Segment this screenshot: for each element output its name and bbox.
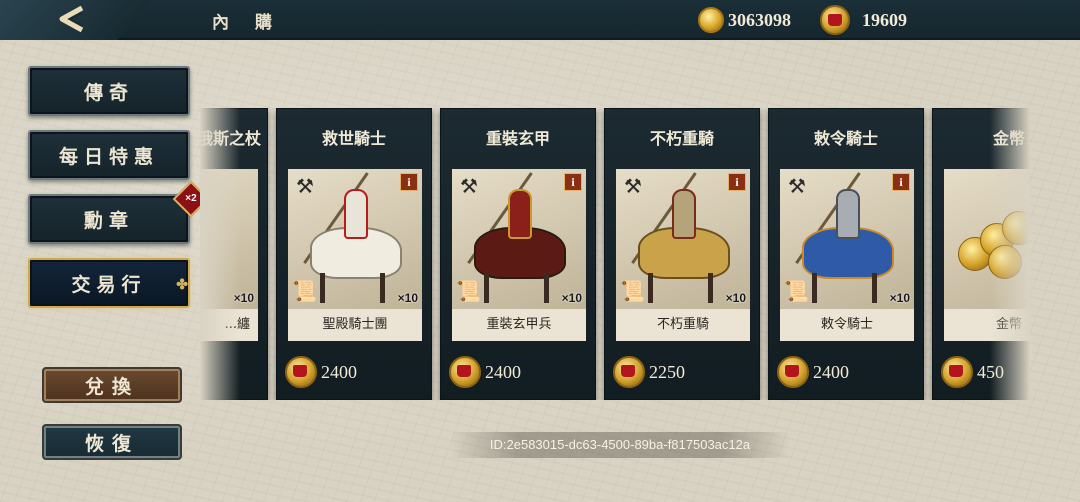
card-subtitle: 不朽重騎 (616, 309, 750, 341)
card-title: 不朽重騎 (649, 129, 714, 148)
rider-graphic (672, 189, 696, 239)
card-subtitle: 敕令騎士 (780, 309, 914, 341)
info-icon[interactable]: i (400, 173, 418, 191)
double-badge-label: ×2 (185, 193, 197, 204)
back-button[interactable] (0, 0, 150, 40)
shop-card[interactable]: 重裝玄甲 ⚒ i 📜 ×10 重裝玄甲兵 2400 (440, 108, 596, 400)
horse-leg (380, 273, 385, 303)
shop-card[interactable]: 救世騎士 ⚒ i 📜 ×10 聖殿騎士團 2400 (276, 108, 432, 400)
selected-ornament-icon: ✤ (176, 277, 194, 293)
axe-icon: ⚒ (624, 174, 642, 198)
device-id-label: ID:2e583015-dc63-4500-89ba-f817503ac12a (450, 432, 790, 458)
card-art: ⚒ i 📜 ×10 (288, 169, 422, 309)
info-icon[interactable]: i (892, 173, 910, 191)
rider-graphic (508, 189, 532, 239)
scroll-icon: 📜 (292, 279, 317, 303)
horse-leg (708, 273, 713, 303)
tab-trading-house-label: 交易行 (71, 273, 147, 296)
horse-leg (812, 273, 817, 303)
card-art: ⚒ i 📜 ×10 (452, 169, 586, 309)
card-art: ⚒ i 📜 ×10 (616, 169, 750, 309)
axe-icon: ⚒ (788, 174, 806, 198)
card-subtitle: 聖殿騎士團 (288, 309, 422, 341)
carousel-fade-left (200, 108, 240, 400)
card-quantity: ×10 (397, 291, 418, 305)
crown-coin-icon (941, 356, 973, 388)
card-price[interactable]: 2400 (777, 355, 849, 389)
card-title: 救世騎士 (321, 129, 386, 148)
carousel-fade-right (990, 108, 1030, 400)
scroll-icon: 📜 (784, 279, 809, 303)
crown-coin-icon (777, 356, 809, 388)
horse-leg (484, 273, 489, 303)
tab-legend-label: 傳奇 (83, 81, 134, 104)
card-quantity: ×10 (889, 291, 910, 305)
card-price[interactable]: 2400 (285, 355, 357, 389)
rider-graphic (344, 189, 368, 239)
card-price-value: 2400 (321, 361, 357, 382)
shop-carousel[interactable]: 俄斯之杖 ×10 ...纏 救世騎士 ⚒ i 📜 ×10 聖殿騎士團 2400 … (200, 108, 1030, 400)
horse-leg (544, 273, 549, 303)
card-title: 重裝玄甲 (485, 129, 550, 148)
shop-card[interactable]: 敕令騎士 ⚒ i 📜 ×10 敕令騎士 2400 (768, 108, 924, 400)
card-subtitle: 重裝玄甲兵 (452, 309, 586, 341)
tab-daily-deals-label: 每日特惠 (58, 145, 159, 168)
card-quantity: ×10 (725, 291, 746, 305)
exchange-label: 兌換 (84, 375, 139, 398)
card-price[interactable]: 2400 (449, 355, 521, 389)
axe-icon: ⚒ (460, 174, 478, 198)
exchange-button[interactable]: 兌換 (42, 367, 182, 403)
scroll-icon: 📜 (456, 279, 481, 303)
card-art: ⚒ i 📜 ×10 (780, 169, 914, 309)
crown-amount: 19609 (862, 9, 907, 30)
horse-leg (872, 273, 877, 303)
page-title: 內 購 (212, 13, 282, 33)
horse-leg (648, 273, 653, 303)
tab-medals[interactable]: 勳章 (28, 194, 190, 244)
info-icon[interactable]: i (728, 173, 746, 191)
crown-coin-icon (820, 5, 850, 35)
crown-coin-icon (285, 356, 317, 388)
card-price[interactable]: 2250 (613, 355, 685, 389)
axe-icon: ⚒ (296, 174, 314, 198)
restore-button[interactable]: 恢復 (42, 424, 182, 460)
card-price-value: 2250 (649, 361, 685, 382)
rider-graphic (836, 189, 860, 239)
gold-amount: 3063098 (728, 9, 791, 30)
crown-coin-icon (449, 356, 481, 388)
tab-trading-house[interactable]: 交易行 ✤ (28, 258, 190, 308)
tab-legend[interactable]: 傳奇 (28, 66, 190, 116)
restore-label: 恢復 (84, 432, 139, 455)
info-icon[interactable]: i (564, 173, 582, 191)
scroll-icon: 📜 (620, 279, 645, 303)
top-bar: 內 購 3063098 19609 (0, 0, 1080, 40)
gold-currency: 3063098 (698, 4, 791, 36)
horse-leg (320, 273, 325, 303)
card-price-value: 2400 (813, 361, 849, 382)
tab-medals-label: 勳章 (83, 209, 134, 232)
tab-daily-deals[interactable]: 每日特惠 (28, 130, 190, 180)
gold-coin-icon (698, 7, 724, 33)
card-quantity: ×10 (561, 291, 582, 305)
back-arrow-icon (59, 5, 84, 33)
card-price-value: 2400 (485, 361, 521, 382)
card-title: 敕令騎士 (813, 129, 878, 148)
crown-coin-icon (613, 356, 645, 388)
shop-card[interactable]: 不朽重騎 ⚒ i 📜 ×10 不朽重騎 2250 (604, 108, 760, 400)
crown-currency: 19609 (820, 4, 907, 36)
